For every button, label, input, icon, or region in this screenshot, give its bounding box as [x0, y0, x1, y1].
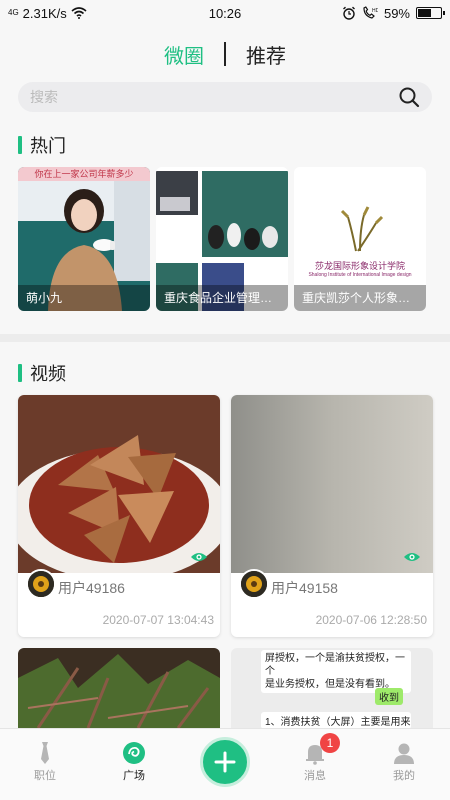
search-input[interactable]	[30, 89, 398, 105]
hot-card-3-logo-title: 莎龙国际形象设计学院	[314, 261, 405, 271]
nav-item-plaza[interactable]: 广场	[104, 741, 164, 783]
video-card-1-thumbnail	[18, 395, 220, 573]
avatar	[239, 569, 269, 599]
video-card-2-thumbnail	[231, 395, 433, 573]
nav-label-me: 我的	[393, 770, 415, 782]
battery-icon	[416, 7, 445, 19]
video-section-title: 视频	[18, 360, 66, 386]
wifi-icon	[71, 7, 87, 19]
chat-line-3: 1、消费扶贫（大屏）主要是用来电	[261, 712, 411, 728]
search-bar[interactable]	[18, 82, 432, 112]
video-card-2-user: 用户49158	[271, 580, 338, 596]
nav-label-jobs: 职位	[34, 770, 56, 782]
section-marker	[18, 136, 22, 154]
top-tabs: 微圈 推荐	[0, 38, 450, 70]
hot-card-1-banner: 你在上一家公司年薪多少	[18, 167, 150, 181]
status-bar: 4G 2.31K/s 10:26 HD 59%	[0, 0, 450, 26]
nav-item-me[interactable]: 我的	[374, 741, 434, 783]
video-card-3[interactable]	[18, 648, 220, 728]
video-title-text: 视频	[30, 364, 66, 384]
tab-moments[interactable]: 微圈	[164, 40, 204, 69]
nav-label-plaza: 广场	[123, 770, 145, 782]
chat-line-1: 屏授权，一个是渝扶贫授权，一个	[265, 653, 405, 677]
hot-card-1-caption: 萌小九	[18, 285, 150, 311]
hot-card-2-caption: 重庆食品企业管理咨...	[156, 285, 288, 311]
person-icon	[394, 743, 414, 764]
video-card-1[interactable]: 用户49186 2020-07-07 13:04:43	[18, 395, 220, 637]
video-card-2-date: 2020-07-06 12:28:50	[315, 613, 427, 627]
battery-percent: 59%	[383, 5, 410, 21]
add-button[interactable]	[200, 737, 250, 787]
svg-text:HD: HD	[372, 8, 378, 14]
video-card-1-date: 2020-07-07 13:04:43	[102, 613, 214, 627]
chat-reply-bubble: 收到	[375, 688, 403, 705]
plus-icon	[214, 751, 236, 773]
call-icon: HD	[363, 6, 378, 19]
hot-card-3-logo-subtitle: Shalong Institute of International Image…	[308, 272, 412, 278]
hot-section-title: 热门	[18, 132, 66, 158]
hot-card-3-caption: 重庆凯莎个人形象设...	[294, 285, 426, 311]
section-divider	[0, 334, 450, 342]
eye-icon	[191, 553, 207, 561]
video-card-3-thumbnail	[18, 648, 220, 728]
chat-bubble-1: 屏授权，一个是渝扶贫授权，一个 是业务授权，但是没有看到。	[261, 650, 411, 693]
network-speed: 2.31K/s	[22, 5, 67, 21]
tab-divider	[224, 42, 226, 66]
hot-title-text: 热门	[30, 136, 66, 156]
eye-icon	[404, 553, 420, 561]
alarm-icon	[343, 6, 355, 20]
message-badge: 1	[320, 733, 340, 753]
hot-card-1[interactable]: 你在上一家公司年薪多少 萌小九	[18, 167, 150, 311]
avatar	[26, 569, 56, 599]
search-icon[interactable]	[398, 86, 420, 108]
tab-recommend[interactable]: 推荐	[246, 40, 286, 69]
hot-card-3[interactable]: 莎龙国际形象设计学院 Shalong Institute of Internat…	[294, 167, 426, 311]
video-card-4[interactable]: 屏授权，一个是渝扶贫授权，一个 是业务授权，但是没有看到。 收到 1、消费扶贫（…	[231, 648, 433, 728]
clock: 10:26	[208, 5, 242, 21]
video-card-2[interactable]: 用户49158 2020-07-06 12:28:50	[231, 395, 433, 637]
nav-label-messages: 消息	[304, 770, 326, 782]
network-type: 4G	[8, 8, 19, 17]
bottom-nav: 职位 广场 消息 1 我的	[0, 728, 450, 800]
section-marker	[18, 364, 22, 382]
nav-item-jobs[interactable]: 职位	[15, 741, 75, 783]
hot-card-2[interactable]: 重庆食品企业管理咨...	[156, 167, 288, 311]
tie-icon	[41, 742, 49, 764]
plaza-icon	[123, 742, 145, 764]
video-card-1-user: 用户49186	[58, 580, 125, 596]
